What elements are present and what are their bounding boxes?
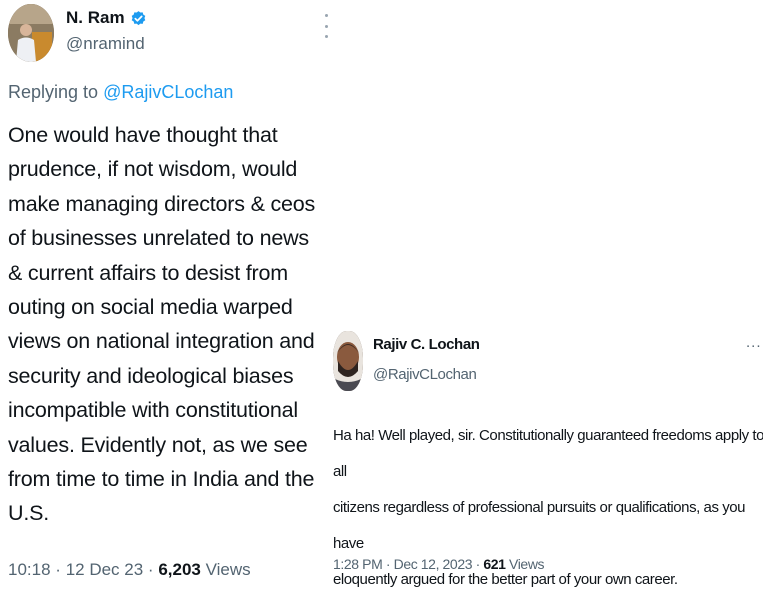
tweet-time[interactable]: 10:18 bbox=[8, 560, 51, 579]
views-label: Views bbox=[205, 560, 251, 579]
author-name[interactable]: N. Ram bbox=[66, 8, 147, 28]
verified-badge-icon bbox=[131, 10, 145, 25]
tweet-date[interactable]: 12 Dec 23 bbox=[66, 560, 144, 579]
tweet-time[interactable]: 1:28 PM bbox=[333, 556, 383, 572]
meta-separator: · bbox=[147, 560, 154, 579]
author-name[interactable]: Rajiv C. Lochan bbox=[373, 336, 480, 353]
meta-separator: · bbox=[475, 556, 481, 572]
views-label: Views bbox=[509, 556, 545, 572]
tweet-meta: 10:18 · 12 Dec 23 · 6,203 Views bbox=[8, 560, 251, 580]
more-vertical-icon[interactable] bbox=[322, 14, 330, 38]
author-handle[interactable]: @RajivCLochan bbox=[373, 366, 477, 383]
avatar-n-ram[interactable] bbox=[8, 4, 54, 62]
avatar-rajiv-lochan[interactable] bbox=[333, 331, 363, 391]
meta-separator: · bbox=[55, 560, 61, 579]
tweet-date[interactable]: Dec 12, 2023 bbox=[394, 556, 473, 572]
replying-handle-link[interactable]: @RajivCLochan bbox=[103, 82, 233, 102]
avatar-photo bbox=[333, 331, 363, 391]
views-count: 621 bbox=[483, 556, 506, 572]
author-handle[interactable]: @nramind bbox=[66, 34, 145, 54]
author-name-text[interactable]: N. Ram bbox=[66, 8, 125, 28]
avatar-photo bbox=[8, 4, 54, 62]
meta-separator: · bbox=[385, 556, 391, 572]
more-horizontal-icon[interactable]: ... bbox=[746, 334, 762, 351]
tweet-text: One would have thought that prudence, if… bbox=[8, 123, 316, 526]
replying-to: Replying to @RajivCLochan bbox=[8, 82, 233, 103]
views-count: 6,203 bbox=[158, 560, 201, 579]
replying-prefix: Replying to bbox=[8, 82, 99, 102]
tweet-meta: 1:28 PM · Dec 12, 2023 · 621 Views bbox=[333, 556, 545, 572]
